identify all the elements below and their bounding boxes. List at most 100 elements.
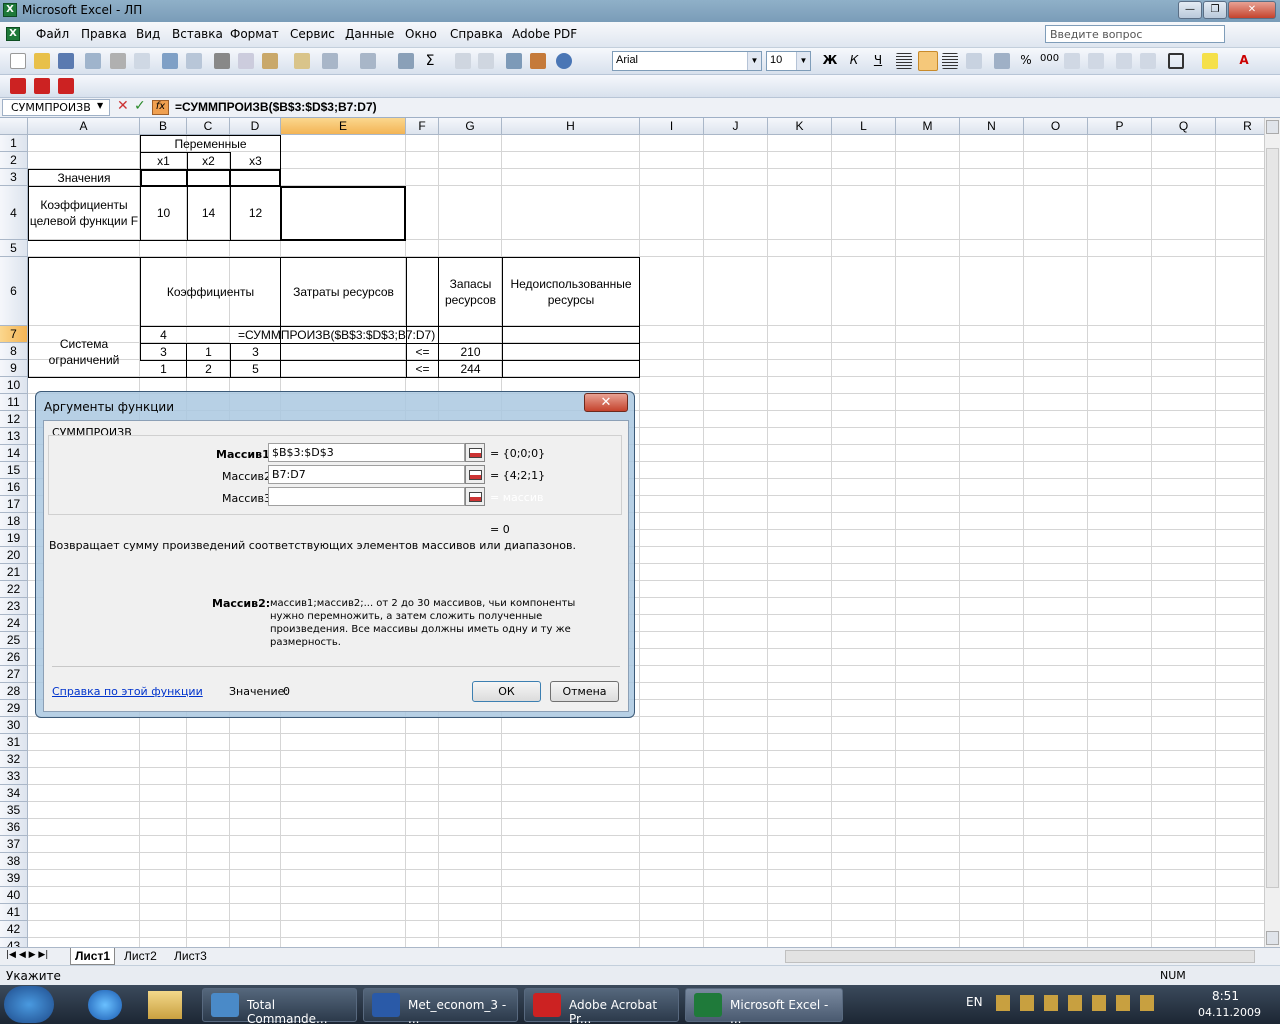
tab-sheet1[interactable]: Лист1 bbox=[70, 948, 116, 965]
name-box[interactable]: СУММПРОИЗВ bbox=[2, 99, 110, 116]
menu-file[interactable]: Файл bbox=[36, 27, 69, 41]
font-name-combo[interactable]: Arial ▼ bbox=[612, 51, 762, 71]
row-header[interactable]: 13 bbox=[0, 428, 28, 445]
row-header[interactable]: 14 bbox=[0, 445, 28, 462]
row-header[interactable]: 28 bbox=[0, 683, 28, 700]
italic-button[interactable]: К bbox=[846, 53, 862, 69]
pdf-email-icon[interactable] bbox=[34, 78, 50, 94]
tray-icons[interactable] bbox=[996, 995, 1156, 1011]
font-color-icon[interactable]: A bbox=[1236, 53, 1252, 69]
print-preview-icon[interactable] bbox=[134, 53, 150, 69]
column-header[interactable]: L bbox=[832, 118, 896, 135]
column-header[interactable]: G bbox=[439, 118, 502, 135]
row-header[interactable]: 26 bbox=[0, 649, 28, 666]
arg3-input[interactable] bbox=[268, 487, 465, 506]
menu-edit[interactable]: Правка bbox=[81, 27, 127, 41]
cancel-icon[interactable]: ✕ bbox=[117, 98, 129, 114]
row-header[interactable]: 24 bbox=[0, 615, 28, 632]
task-word[interactable]: Met_econom_3 - ... bbox=[363, 988, 518, 1026]
pdf-review-icon[interactable] bbox=[58, 78, 74, 94]
row-header[interactable]: 10 bbox=[0, 377, 28, 394]
help-search-input[interactable]: Введите вопрос bbox=[1045, 25, 1225, 43]
close-icon[interactable]: ✕ bbox=[584, 393, 628, 412]
autosum-icon[interactable]: Σ bbox=[422, 53, 438, 69]
column-header[interactable]: P bbox=[1088, 118, 1152, 135]
insert-function-icon[interactable]: fx bbox=[152, 100, 169, 115]
column-header[interactable]: C bbox=[187, 118, 230, 135]
ie-icon[interactable] bbox=[88, 990, 122, 1020]
row-header[interactable]: 15 bbox=[0, 462, 28, 479]
sort-desc-icon[interactable] bbox=[478, 53, 494, 69]
open-icon[interactable] bbox=[34, 53, 50, 69]
align-right-icon[interactable] bbox=[942, 53, 958, 69]
row-header[interactable]: 35 bbox=[0, 802, 28, 819]
row-header[interactable]: 1 bbox=[0, 135, 28, 152]
row-header[interactable]: 40 bbox=[0, 887, 28, 904]
menu-format[interactable]: Формат bbox=[230, 27, 279, 41]
align-left-icon[interactable] bbox=[896, 53, 912, 69]
row-header[interactable]: 8 bbox=[0, 343, 28, 360]
row-header[interactable]: 2 bbox=[0, 152, 28, 169]
menu-view[interactable]: Вид bbox=[136, 27, 160, 41]
row-header[interactable]: 42 bbox=[0, 921, 28, 938]
excel-doc-icon[interactable]: X bbox=[6, 27, 20, 41]
explorer-icon[interactable] bbox=[148, 991, 182, 1019]
column-header[interactable]: B bbox=[140, 118, 187, 135]
language-indicator[interactable]: EN bbox=[966, 995, 983, 1009]
row-header[interactable]: 38 bbox=[0, 853, 28, 870]
fill-color-icon[interactable] bbox=[1202, 53, 1218, 69]
enter-icon[interactable]: ✓ bbox=[134, 98, 146, 114]
scroll-up-icon[interactable] bbox=[1266, 120, 1279, 134]
row-header[interactable]: 23 bbox=[0, 598, 28, 615]
column-header[interactable]: O bbox=[1024, 118, 1088, 135]
column-header[interactable]: I bbox=[640, 118, 704, 135]
row-header[interactable]: 3 bbox=[0, 169, 28, 186]
cancel-button[interactable]: Отмена bbox=[550, 681, 619, 702]
row-header[interactable]: 32 bbox=[0, 751, 28, 768]
row-header[interactable]: 16 bbox=[0, 479, 28, 496]
paste-icon[interactable] bbox=[262, 53, 278, 69]
copy-icon[interactable] bbox=[238, 53, 254, 69]
column-header[interactable]: K bbox=[768, 118, 832, 135]
row-header[interactable]: 5 bbox=[0, 240, 28, 257]
print-icon[interactable] bbox=[110, 53, 126, 69]
task-total-commander[interactable]: Total Commande... bbox=[202, 988, 357, 1026]
row-header[interactable]: 31 bbox=[0, 734, 28, 751]
minimize-button[interactable]: — bbox=[1178, 1, 1202, 19]
row-header[interactable]: 29 bbox=[0, 700, 28, 717]
row-header[interactable]: 6 bbox=[0, 257, 28, 326]
collapse-dialog-icon[interactable] bbox=[465, 443, 485, 462]
bold-button[interactable]: Ж bbox=[822, 53, 838, 69]
row-header[interactable]: 19 bbox=[0, 530, 28, 547]
research-icon[interactable] bbox=[186, 53, 202, 69]
merge-center-icon[interactable] bbox=[966, 53, 982, 69]
increase-decimal-icon[interactable] bbox=[1064, 53, 1080, 69]
row-header[interactable]: 37 bbox=[0, 836, 28, 853]
menu-window[interactable]: Окно bbox=[405, 27, 437, 41]
format-painter-icon[interactable] bbox=[294, 53, 310, 69]
tab-sheet2[interactable]: Лист2 bbox=[120, 948, 161, 965]
row-header[interactable]: 36 bbox=[0, 819, 28, 836]
menu-adobe-pdf[interactable]: Adobe PDF bbox=[512, 27, 577, 41]
chevron-down-icon[interactable]: ▼ bbox=[97, 101, 103, 110]
undo-icon[interactable] bbox=[322, 53, 338, 69]
tab-scroll-first-icon[interactable]: |◀ ◀ ▶ ▶| bbox=[6, 950, 48, 960]
row-header[interactable]: 22 bbox=[0, 581, 28, 598]
scroll-down-icon[interactable] bbox=[1266, 931, 1279, 945]
column-header[interactable]: Q bbox=[1152, 118, 1216, 135]
underline-button[interactable]: Ч bbox=[870, 53, 886, 69]
spelling-icon[interactable] bbox=[162, 53, 178, 69]
task-excel[interactable]: Microsoft Excel - ... bbox=[685, 988, 843, 1026]
row-header[interactable]: 7 bbox=[0, 326, 28, 343]
scroll-thumb[interactable] bbox=[1266, 148, 1279, 888]
vertical-scrollbar[interactable] bbox=[1264, 118, 1280, 947]
save-icon[interactable] bbox=[58, 53, 74, 69]
clock-time[interactable]: 8:51 bbox=[1212, 989, 1239, 1003]
column-header[interactable]: E bbox=[281, 118, 406, 135]
redo-icon[interactable] bbox=[360, 53, 376, 69]
column-header[interactable]: N bbox=[960, 118, 1024, 135]
percent-button[interactable]: % bbox=[1018, 53, 1034, 69]
horizontal-scrollbar[interactable] bbox=[785, 950, 1255, 963]
row-header[interactable]: 39 bbox=[0, 870, 28, 887]
collapse-dialog-icon[interactable] bbox=[465, 487, 485, 506]
